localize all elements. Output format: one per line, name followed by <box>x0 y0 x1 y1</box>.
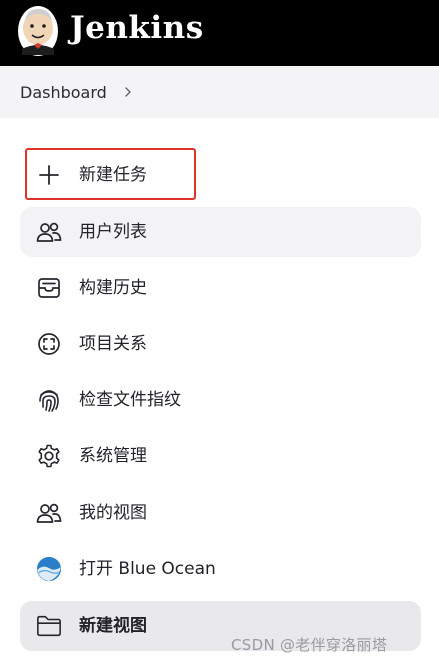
sidebar-item-system-management[interactable]: 系统管理 <box>20 431 421 481</box>
sidebar-item-blue-ocean[interactable]: 打开 Blue Ocean <box>20 544 421 594</box>
inbox-icon <box>36 275 62 301</box>
sidebar-item-label: 用户列表 <box>79 222 147 242</box>
sidebar-item-build-history[interactable]: 构建历史 <box>20 263 421 313</box>
folder-icon <box>36 613 62 639</box>
breadcrumb: Dashboard <box>0 66 439 118</box>
brand-title[interactable]: Jenkins <box>70 8 204 48</box>
sidebar-item-label: 项目关系 <box>79 334 147 354</box>
breadcrumb-dashboard[interactable]: Dashboard <box>20 83 107 102</box>
sidebar-item-label: 我的视图 <box>79 503 147 523</box>
sidebar-item-users[interactable]: 用户列表 <box>20 207 421 257</box>
sidebar-item-new-task[interactable]: 新建任务 <box>20 150 421 200</box>
people-icon <box>36 219 62 245</box>
plus-icon <box>36 162 62 188</box>
sidebar-item-label: 构建历史 <box>79 278 147 298</box>
sidebar-item-label: 新建任务 <box>79 165 147 185</box>
sidebar-item-label: 打开 Blue Ocean <box>79 559 216 579</box>
blue-ocean-icon <box>36 556 62 582</box>
jenkins-logo-icon[interactable] <box>17 5 59 57</box>
relationship-icon <box>36 331 62 357</box>
sidebar-item-fingerprint[interactable]: 检查文件指纹 <box>20 375 421 425</box>
people-icon <box>36 500 62 526</box>
sidebar-item-label: 系统管理 <box>79 446 147 466</box>
sidebar-item-project-relationship[interactable]: 项目关系 <box>20 319 421 369</box>
chevron-right-icon[interactable] <box>123 87 133 97</box>
gear-icon <box>36 443 62 469</box>
sidebar-item-label: 检查文件指纹 <box>79 390 181 410</box>
sidebar-item-label: 新建视图 <box>79 616 147 636</box>
top-header: Jenkins <box>0 0 439 66</box>
watermark-text: CSDN @老伴穿洛丽塔 <box>231 636 388 654</box>
fingerprint-icon <box>36 387 62 413</box>
sidebar-item-my-views[interactable]: 我的视图 <box>20 488 421 538</box>
